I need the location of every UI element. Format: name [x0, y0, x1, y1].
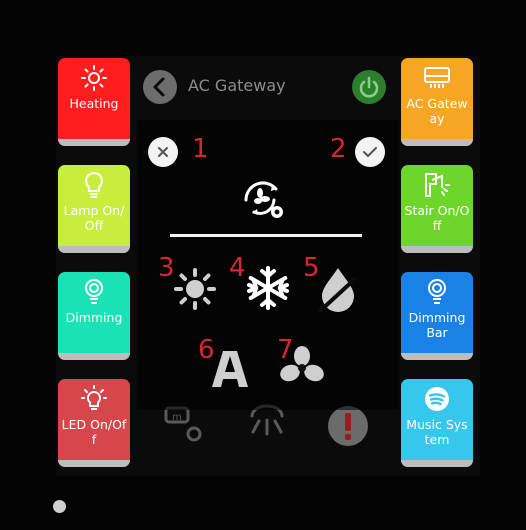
tile-label: AC Gateway [406, 96, 468, 126]
mode-auto-button[interactable] [212, 349, 248, 393]
tile-footer [58, 460, 130, 467]
bulb-icon [82, 171, 106, 199]
mode-fan-button[interactable] [278, 345, 326, 393]
tile-music-system[interactable]: Music System [401, 379, 473, 467]
stair-light-icon [422, 171, 452, 199]
swing-icon [244, 404, 290, 448]
annotation-number: 2 [330, 134, 347, 164]
tile-led[interactable]: LED On/Off [58, 379, 130, 467]
check-icon [363, 147, 377, 157]
tile-label: Dimming [65, 310, 123, 325]
divider [170, 234, 362, 237]
tile-label: Music System [406, 417, 468, 447]
tile-label: Heating [69, 96, 119, 111]
tile-stair[interactable]: Stair On/Off [401, 165, 473, 253]
tile-dimming[interactable]: Dimming [58, 272, 130, 360]
close-icon [158, 147, 168, 157]
mode-settings-icon [238, 174, 288, 228]
mode-heat-button[interactable] [173, 267, 217, 315]
tile-footer [401, 139, 473, 146]
page-title: AC Gateway [188, 76, 286, 95]
tile-lamp[interactable]: Lamp On/Off [58, 165, 130, 253]
annotation-number: 1 [192, 134, 209, 164]
tile-footer [401, 460, 473, 467]
tile-footer [58, 139, 130, 146]
tile-footer [401, 246, 473, 253]
power-button[interactable] [352, 70, 386, 104]
ac-unit-icon [423, 64, 451, 92]
spotify-icon [423, 385, 451, 413]
mode-dry-button[interactable] [316, 264, 360, 318]
mode-cool-button[interactable] [244, 264, 292, 316]
status-led [53, 500, 66, 513]
led-icon [81, 385, 107, 413]
tile-footer [58, 353, 130, 360]
no-drop-icon [317, 268, 358, 314]
ac-settings-icon: m [160, 404, 206, 448]
snowflake-icon [247, 266, 289, 310]
confirm-button[interactable] [355, 137, 385, 167]
cancel-button[interactable] [148, 137, 178, 167]
tile-label: Stair On/Off [404, 203, 470, 233]
tile-footer [58, 246, 130, 253]
svg-text:m: m [172, 412, 182, 423]
alert-icon [324, 404, 372, 452]
sun-icon [81, 64, 107, 92]
chevron-left-icon [153, 77, 165, 97]
tile-heating[interactable]: Heating [58, 58, 130, 146]
dimmer-bulb-icon [425, 278, 449, 306]
auto-a-icon [212, 351, 248, 387]
tile-dimming-bar[interactable]: Dimming Bar [401, 272, 473, 360]
back-button[interactable] [143, 70, 177, 104]
tile-label: LED On/Off [61, 417, 127, 447]
dimmer-bulb-icon [82, 278, 106, 306]
tile-ac-gateway[interactable]: AC Gateway [401, 58, 473, 146]
tile-footer [401, 353, 473, 360]
tile-label: Lamp On/Off [63, 203, 125, 233]
power-icon [359, 76, 379, 98]
tile-label: Dimming Bar [408, 310, 466, 340]
sun-icon [174, 268, 216, 310]
fan-icon [280, 346, 324, 382]
